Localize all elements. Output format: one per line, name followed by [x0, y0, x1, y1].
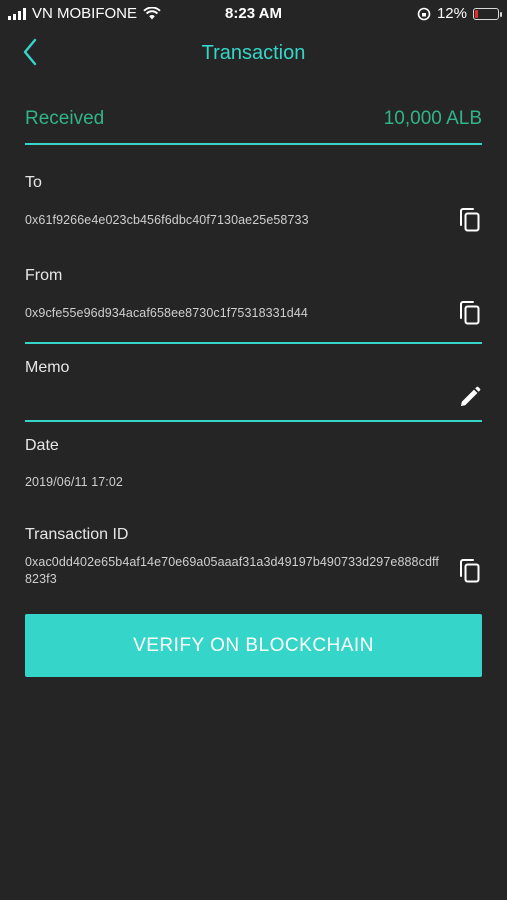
- page-title: Transaction: [201, 42, 306, 64]
- edit-memo-button[interactable]: [459, 386, 481, 408]
- from-label: From: [25, 267, 63, 284]
- copy-transaction-id-button[interactable]: [458, 558, 482, 584]
- status-bar: VN MOBIFONE 8:23 AM 12%: [0, 0, 507, 28]
- battery-icon: [473, 7, 502, 20]
- memo-input[interactable]: [25, 392, 425, 412]
- transaction-id-value: 0xac0dd402e65b4af14e70e69a05aaaf31a3d491…: [25, 555, 439, 586]
- to-label: To: [25, 174, 42, 191]
- copy-from-address-button[interactable]: [458, 300, 482, 326]
- verify-on-blockchain-button[interactable]: VERIFY ON BLOCKCHAIN: [25, 614, 482, 677]
- from-address: 0x9cfe55e96d934acaf658ee8730c1f75318331d…: [25, 306, 308, 320]
- nav-bar: Transaction: [0, 36, 507, 72]
- copy-to-address-button[interactable]: [458, 207, 482, 233]
- verify-button-label: VERIFY ON BLOCKCHAIN: [133, 634, 374, 656]
- date-value: 2019/06/11 17:02: [25, 475, 123, 489]
- copy-icon: [460, 559, 480, 583]
- transaction-type-label: Received: [25, 108, 105, 129]
- copy-icon: [460, 208, 480, 232]
- from-divider: [25, 342, 482, 344]
- pencil-icon: [461, 386, 481, 406]
- memo-divider: [25, 420, 482, 422]
- status-right: 12%: [417, 5, 502, 22]
- date-label: Date: [25, 437, 59, 454]
- memo-label: Memo: [25, 359, 70, 376]
- copy-icon: [460, 301, 480, 325]
- summary-divider: [25, 143, 482, 145]
- transaction-amount: 10,000 ALB: [383, 108, 482, 129]
- to-address: 0x61f9266e4e023cb456f6dbc40f7130ae25e587…: [25, 213, 309, 227]
- rotation-lock-icon: [417, 7, 431, 20]
- transaction-summary: Received 10,000 ALB: [25, 106, 482, 136]
- transaction-id-label: Transaction ID: [25, 526, 129, 543]
- battery-percent: 12%: [436, 5, 467, 22]
